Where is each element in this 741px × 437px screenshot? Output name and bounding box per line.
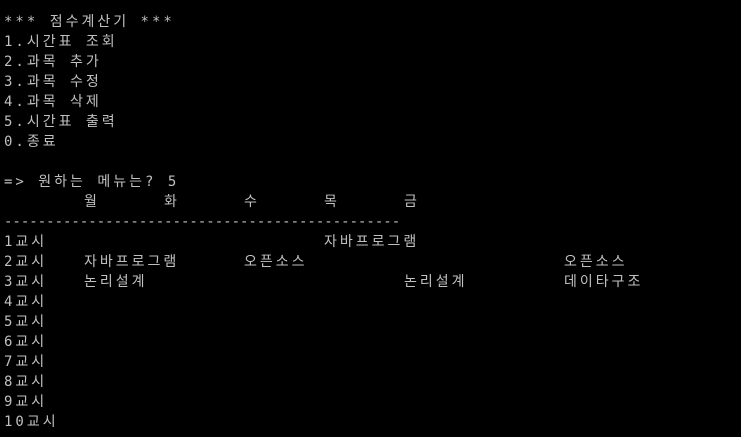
table-row: 2교시 자바프로그램 오픈소스 오픈소스 [4, 252, 738, 272]
menu-item-edit-subject: 3.과목 수정 [4, 74, 102, 90]
table-cell: 자바프로그램 [324, 234, 420, 250]
menu-title: *** 점수계산기 *** [4, 14, 175, 30]
timetable-divider: ----------------------------------------… [4, 214, 401, 230]
menu-item-delete-subject: 4.과목 삭제 [4, 94, 102, 110]
menu-item-view-timetable: 1.시간표 조회 [4, 34, 118, 50]
timetable-rows: 1교시 자바프로그램 2교시 자바프로그램 오픈소스 오픈소스 3교시 논리설계 논리설계 데이타… [4, 232, 738, 432]
table-row: 7교시 [4, 352, 738, 372]
day-header-mon: 월 [84, 194, 97, 210]
table-row: 1교시 자바프로그램 [4, 232, 738, 252]
period-label: 6교시 [4, 334, 48, 350]
console-output: *** 점수계산기 *** 1.시간표 조회 2.과목 추가 3.과목 수정 4… [4, 12, 738, 434]
table-cell: 자바프로그램 [84, 254, 180, 270]
period-label: 3교시 [4, 274, 48, 290]
menu-item-print-timetable: 5.시간표 출력 [4, 114, 118, 130]
table-row: 10교시 [4, 412, 738, 432]
period-label: 10교시 [4, 414, 59, 430]
menu-prompt: => 원하는 메뉴는? 5 [4, 174, 180, 190]
period-label: 9교시 [4, 394, 48, 410]
period-label: 2교시 [4, 254, 48, 270]
period-label: 4교시 [4, 294, 48, 310]
day-header-fri: 금 [404, 194, 417, 210]
table-cell: 논리설계 [404, 274, 468, 290]
timetable-header: 월 화 수 목 금 [4, 192, 738, 212]
table-row: 6교시 [4, 332, 738, 352]
menu-item-add-subject: 2.과목 추가 [4, 54, 102, 70]
table-row: 4교시 [4, 292, 738, 312]
day-header-tue: 화 [164, 194, 177, 210]
table-row: 3교시 논리설계 논리설계 데이타구조 [4, 272, 738, 292]
table-cell: 오픈소스 [244, 254, 308, 270]
table-row: 8교시 [4, 372, 738, 392]
period-label: 1교시 [4, 234, 48, 250]
table-row: 5교시 [4, 312, 738, 332]
day-header-thu: 목 [324, 194, 337, 210]
table-row: 9교시 [4, 392, 738, 412]
table-cell: 데이타구조 [564, 274, 644, 290]
menu-item-exit: 0.종료 [4, 134, 59, 150]
period-label: 7교시 [4, 354, 48, 370]
table-cell: 오픈소스 [564, 254, 628, 270]
period-label: 5교시 [4, 314, 48, 330]
table-cell: 논리설계 [84, 274, 148, 290]
day-header-wed: 수 [244, 194, 257, 210]
period-label: 8교시 [4, 374, 48, 390]
